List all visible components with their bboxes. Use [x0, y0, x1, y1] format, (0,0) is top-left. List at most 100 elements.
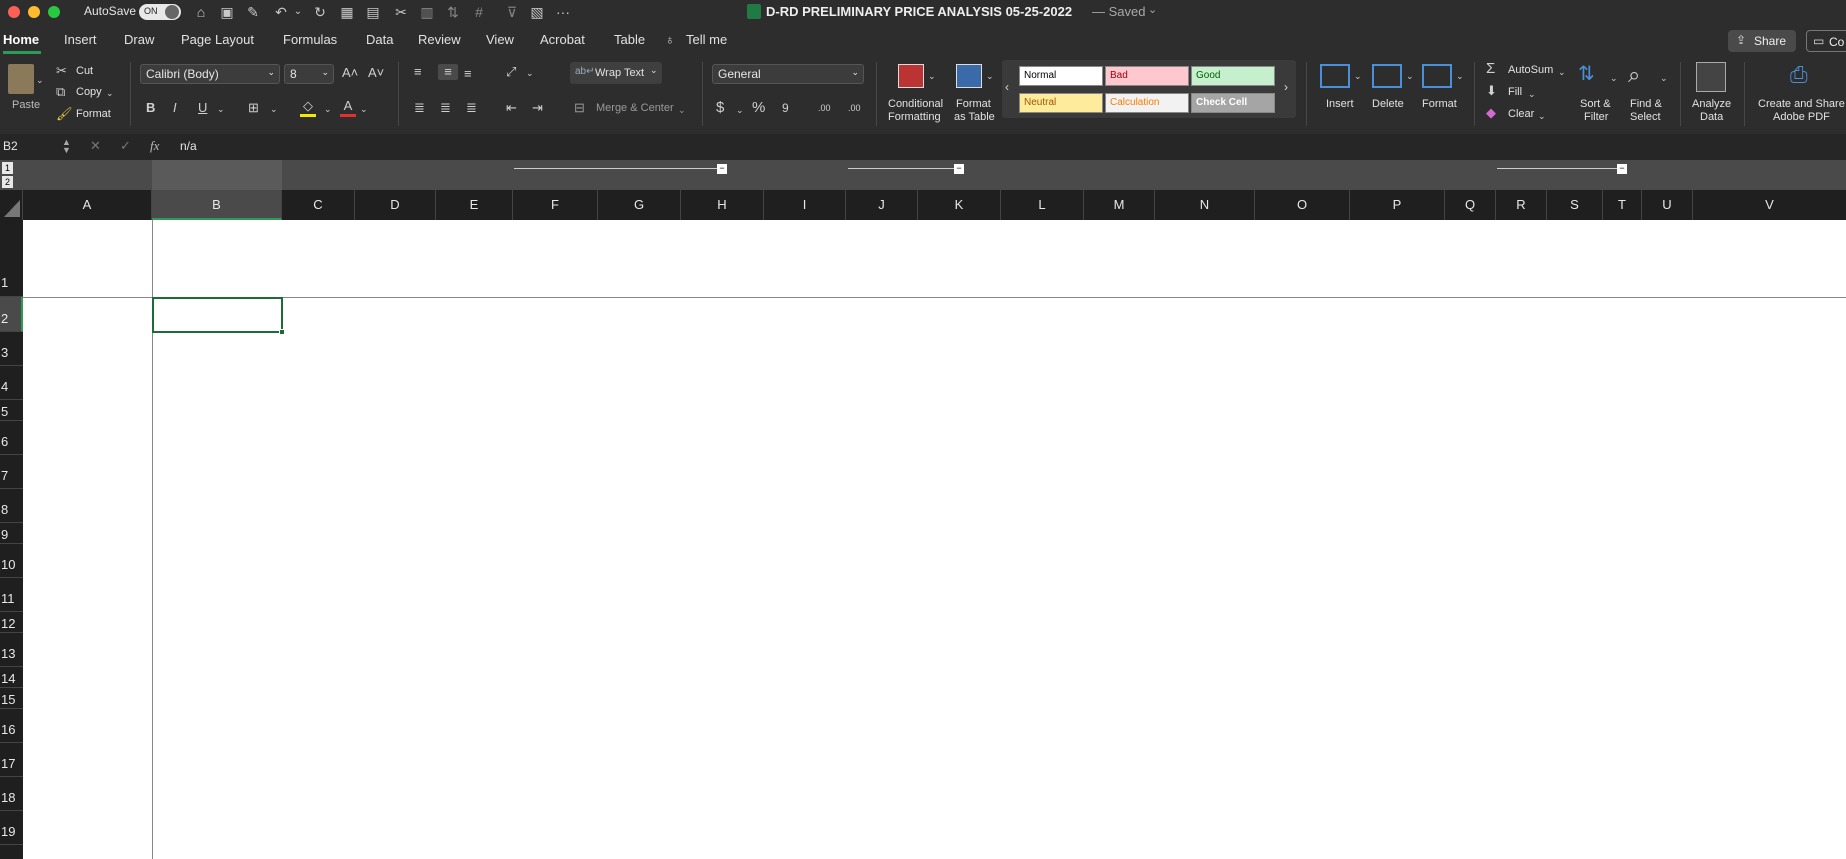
collapse-group-icon[interactable]: −: [717, 164, 727, 174]
outline-level-2-button[interactable]: 2: [2, 176, 13, 188]
clear-dropdown-icon[interactable]: ⌄: [1538, 108, 1546, 124]
paste-button[interactable]: Paste: [12, 99, 40, 111]
row-header-3[interactable]: 3: [0, 332, 23, 366]
row-header-11[interactable]: 11: [0, 578, 23, 612]
close-window-button[interactable]: [8, 6, 20, 18]
table-icon[interactable]: ▦: [338, 3, 356, 21]
enter-icon[interactable]: ✓: [120, 138, 131, 154]
save-as-icon[interactable]: ✎: [244, 3, 262, 21]
gallery-prev-icon[interactable]: ‹: [1005, 80, 1009, 94]
analyze-data-icon[interactable]: [1696, 62, 1726, 92]
font-color-dropdown-icon[interactable]: ⌄: [360, 101, 368, 117]
insert-function-button[interactable]: fx: [150, 138, 159, 154]
format-dropdown-icon[interactable]: ⌄: [1456, 68, 1464, 84]
fill-button[interactable]: Fill: [1508, 86, 1522, 98]
cut-button[interactable]: Cut: [76, 65, 93, 77]
tell-me-search[interactable]: Tell me: [686, 32, 727, 47]
save-icon[interactable]: ▣: [218, 3, 236, 21]
row-header-16[interactable]: 16: [0, 709, 23, 743]
currency-button[interactable]: $: [716, 100, 724, 116]
scissors-icon[interactable]: ✂: [392, 3, 410, 21]
column-header-o[interactable]: O: [1255, 190, 1350, 220]
minimize-window-button[interactable]: [28, 6, 40, 18]
tab-review[interactable]: Review: [418, 32, 461, 47]
format-as-table-icon[interactable]: [956, 64, 982, 88]
tab-home[interactable]: Home: [3, 32, 39, 47]
gallery-next-icon[interactable]: ›: [1284, 80, 1288, 94]
merge-icon[interactable]: ⊟: [574, 100, 585, 116]
decrease-font-size-icon[interactable]: A˅: [368, 65, 384, 81]
conditional-formatting-dropdown-icon[interactable]: ⌄: [928, 68, 936, 84]
row-header-19[interactable]: 19: [0, 811, 23, 845]
increase-font-size-icon[interactable]: A˄: [342, 65, 358, 81]
home-icon[interactable]: ⌂: [192, 3, 210, 21]
conditional-formatting-label-line2[interactable]: Formatting: [888, 111, 941, 123]
fill-icon[interactable]: ⬇: [1486, 83, 1497, 99]
fill-handle[interactable]: [279, 329, 285, 335]
column-header-m[interactable]: M: [1084, 190, 1155, 220]
row-header-1[interactable]: 1: [0, 220, 23, 297]
percent-button[interactable]: %: [752, 100, 765, 116]
undo-icon[interactable]: ↶: [272, 3, 290, 21]
collapse-group-icon[interactable]: −: [954, 164, 964, 174]
autosum-button[interactable]: AutoSum: [1508, 64, 1553, 76]
bold-button[interactable]: B: [146, 100, 155, 116]
tab-data[interactable]: Data: [366, 32, 393, 47]
decrease-indent-icon[interactable]: ⇤: [506, 100, 517, 116]
column-header-e[interactable]: E: [436, 190, 513, 220]
fill-color-icon[interactable]: ◇: [300, 98, 316, 117]
column-header-f[interactable]: F: [513, 190, 598, 220]
magnifier-icon[interactable]: ⌕: [1628, 62, 1640, 88]
column-header-b[interactable]: B: [152, 190, 282, 220]
column-header-i[interactable]: I: [764, 190, 846, 220]
insert-cells-icon[interactable]: [1320, 64, 1350, 88]
worksheet-grid[interactable]: [23, 220, 1846, 859]
format-painter-button[interactable]: Format: [76, 108, 111, 120]
delete-cells-icon[interactable]: [1372, 64, 1402, 88]
formula-input[interactable]: n/a: [180, 139, 197, 153]
column-header-g[interactable]: G: [598, 190, 681, 220]
row-header-10[interactable]: 10: [0, 544, 23, 578]
select-all-button[interactable]: [0, 190, 23, 220]
row-header-13[interactable]: 13: [0, 633, 23, 667]
saved-status[interactable]: — Saved: [1092, 4, 1145, 19]
row-header-17[interactable]: 17: [0, 743, 23, 777]
style-calculation[interactable]: Calculation: [1105, 93, 1189, 113]
autosum-icon[interactable]: Σ: [1486, 61, 1495, 77]
merge-dropdown-icon[interactable]: ⌄: [678, 102, 686, 118]
increase-indent-icon[interactable]: ⇥: [532, 100, 543, 116]
conditional-formatting-label-line1[interactable]: Conditional: [888, 98, 943, 110]
autosum-dropdown-icon[interactable]: ⌄: [1558, 64, 1566, 80]
align-center-icon[interactable]: ≣: [440, 100, 451, 116]
sort-icon[interactable]: ⇅: [444, 3, 462, 21]
redo-icon[interactable]: ↻: [311, 3, 329, 21]
orientation-dropdown-icon[interactable]: ⌄: [526, 65, 534, 81]
row-header-4[interactable]: 4: [0, 366, 23, 400]
column-header-k[interactable]: K: [918, 190, 1001, 220]
format-as-table-dropdown-icon[interactable]: ⌄: [986, 68, 994, 84]
column-header-a[interactable]: A: [23, 190, 152, 220]
style-normal[interactable]: Normal: [1019, 66, 1103, 86]
underline-dropdown-icon[interactable]: ⌄: [217, 101, 225, 117]
column-header-s[interactable]: S: [1547, 190, 1603, 220]
tab-table[interactable]: Table: [614, 32, 645, 47]
style-check-cell[interactable]: Check Cell: [1191, 93, 1275, 113]
number-format-icon[interactable]: #: [470, 3, 488, 21]
tab-view[interactable]: View: [486, 32, 514, 47]
column-header-u[interactable]: U: [1642, 190, 1693, 220]
sort-filter-icon[interactable]: ⇅: [1578, 62, 1595, 86]
fill-color-dropdown-icon[interactable]: ⌄: [324, 101, 332, 117]
row-header-14[interactable]: 14: [0, 667, 23, 688]
paste-special-icon[interactable]: ▤: [364, 3, 382, 21]
name-box[interactable]: B2: [3, 139, 18, 153]
zoom-window-button[interactable]: [48, 6, 60, 18]
copy-icon[interactable]: ⧉: [56, 84, 65, 100]
filter-icon[interactable]: ⊽: [503, 3, 521, 21]
row-header-8[interactable]: 8: [0, 489, 23, 523]
name-box-stepper-icon[interactable]: ▲ ▼: [62, 138, 71, 155]
sort-filter-label-line1[interactable]: Sort &: [1580, 98, 1611, 110]
tab-insert[interactable]: Insert: [64, 32, 97, 47]
column-header-v[interactable]: V: [1693, 190, 1846, 220]
column-header-j[interactable]: J: [846, 190, 918, 220]
delete-cells-button[interactable]: Delete: [1372, 98, 1404, 110]
